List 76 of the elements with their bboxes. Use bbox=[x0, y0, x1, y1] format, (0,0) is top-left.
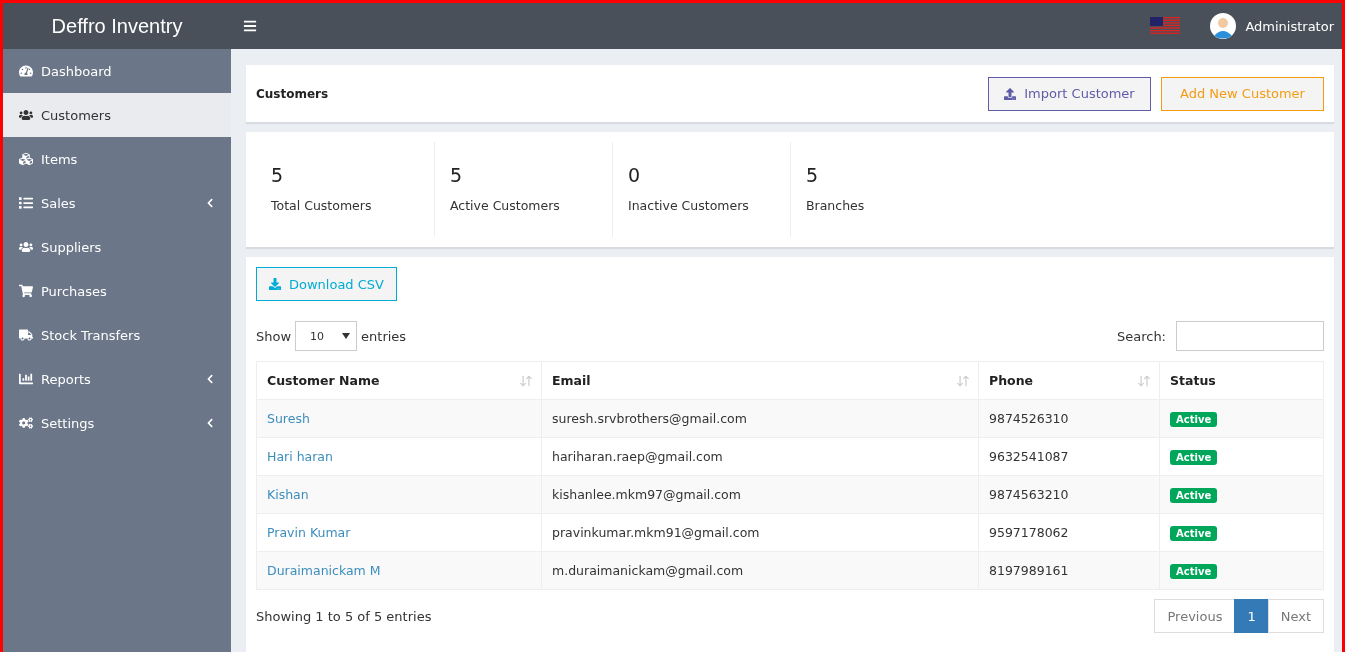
customer-link[interactable]: Kishan bbox=[267, 487, 309, 502]
truck-icon bbox=[19, 328, 33, 342]
table-info: Showing 1 to 5 of 5 entries bbox=[256, 608, 432, 624]
email-cell: pravinkumar.mkm91@gmail.com bbox=[541, 513, 979, 552]
email-cell: hariharan.raep@gmail.com bbox=[541, 437, 979, 476]
bar-chart-icon bbox=[19, 372, 33, 386]
sidebar-item[interactable]: Sales bbox=[3, 181, 231, 225]
column-header[interactable]: Email bbox=[541, 361, 979, 400]
customer-link[interactable]: Duraimanickam M bbox=[267, 563, 381, 578]
stat-label: Active Customers bbox=[450, 198, 561, 213]
sort-icon[interactable] bbox=[1137, 374, 1151, 388]
page-button[interactable]: 1 bbox=[1234, 599, 1269, 633]
dashboard-icon bbox=[19, 64, 33, 78]
phone-cell: 9597178062 bbox=[978, 513, 1160, 552]
download-button[interactable]: Download CSV bbox=[256, 267, 397, 301]
column-header[interactable]: Customer Name bbox=[256, 361, 542, 400]
stat-label: Total Customers bbox=[271, 198, 373, 213]
sidebar-item[interactable]: Settings bbox=[3, 401, 231, 445]
cart-icon bbox=[19, 284, 33, 298]
phone-cell: 9632541087 bbox=[978, 437, 1160, 476]
email-cell: suresh.srvbrothers@gmail.com bbox=[541, 399, 979, 438]
show-label: Show bbox=[256, 328, 292, 344]
page-size-select[interactable]: 10 bbox=[295, 321, 358, 351]
status-badge: Active bbox=[1170, 526, 1218, 541]
download-icon bbox=[269, 278, 281, 290]
list-icon bbox=[19, 196, 33, 210]
email-cell: kishanlee.mkm97@gmail.com bbox=[541, 475, 979, 514]
dropdown-caret-icon bbox=[342, 333, 351, 339]
stat-label: Branches bbox=[806, 198, 866, 213]
stat-value: 5 bbox=[806, 164, 820, 186]
sidebar-item[interactable]: Suppliers bbox=[3, 225, 231, 269]
import-button[interactable]: Import Customer bbox=[988, 76, 1151, 111]
avatar-icon[interactable] bbox=[1210, 13, 1237, 39]
menu-icon[interactable] bbox=[243, 19, 257, 33]
app-brand[interactable]: Deffro Inventry bbox=[3, 14, 231, 38]
sidebar-item[interactable]: Reports bbox=[3, 357, 231, 401]
page-button[interactable]: Previous bbox=[1154, 599, 1236, 633]
gears-icon bbox=[19, 416, 33, 430]
column-header[interactable]: Phone bbox=[978, 361, 1160, 400]
sidebar-item[interactable]: Items bbox=[3, 137, 231, 181]
phone-cell: 9874563210 bbox=[978, 475, 1160, 514]
customer-link[interactable]: Pravin Kumar bbox=[267, 525, 351, 540]
customer-link[interactable]: Hari haran bbox=[267, 449, 333, 464]
sidebar-item[interactable]: Dashboard bbox=[3, 49, 231, 93]
sidebar-item[interactable]: Purchases bbox=[3, 269, 231, 313]
search-field[interactable] bbox=[1176, 321, 1324, 351]
entries-label: entries bbox=[361, 328, 407, 344]
sort-icon[interactable] bbox=[956, 374, 970, 388]
status-badge: Active bbox=[1170, 488, 1218, 503]
search-label: Search: bbox=[1116, 328, 1166, 344]
stat-value: 0 bbox=[628, 164, 642, 186]
sidebar-item[interactable]: Customers bbox=[3, 93, 231, 137]
flag-icon[interactable] bbox=[1150, 17, 1181, 35]
page-button[interactable]: Next bbox=[1267, 599, 1324, 633]
users-icon bbox=[19, 108, 33, 122]
stat-value: 5 bbox=[271, 164, 285, 186]
cubes-icon bbox=[19, 152, 33, 166]
chevron-icon bbox=[205, 374, 215, 384]
sort-icon[interactable] bbox=[519, 374, 533, 388]
column-header[interactable]: Status bbox=[1159, 361, 1324, 400]
phone-cell: 8197989161 bbox=[978, 551, 1160, 590]
upload-icon bbox=[1004, 87, 1017, 100]
status-badge: Active bbox=[1170, 412, 1218, 427]
email-cell: m.duraimanickam@gmail.com bbox=[541, 551, 979, 590]
page-title: Customers bbox=[256, 86, 330, 101]
chevron-icon bbox=[205, 198, 215, 208]
sidebar-item[interactable]: Stock Transfers bbox=[3, 313, 231, 357]
users-icon bbox=[19, 240, 33, 254]
status-badge: Active bbox=[1170, 564, 1218, 579]
phone-cell: 9874526310 bbox=[978, 399, 1160, 438]
stat-label: Inactive Customers bbox=[628, 198, 750, 213]
stat-value: 5 bbox=[450, 164, 464, 186]
chevron-icon bbox=[205, 418, 215, 428]
status-badge: Active bbox=[1170, 450, 1218, 465]
user-name[interactable]: Administrator bbox=[1245, 18, 1334, 34]
customer-link[interactable]: Suresh bbox=[267, 411, 310, 426]
